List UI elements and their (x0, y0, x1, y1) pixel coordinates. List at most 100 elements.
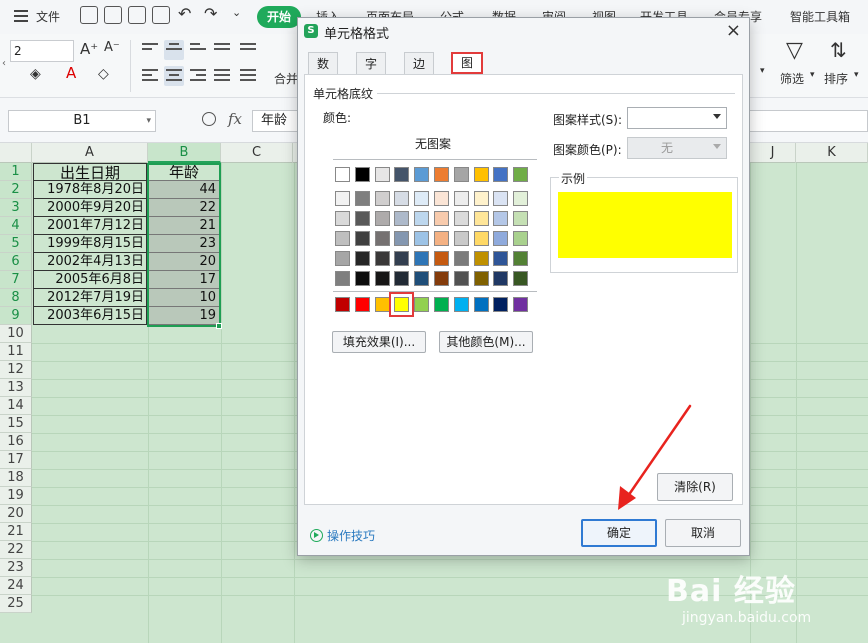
color-swatch[interactable] (394, 191, 410, 206)
color-swatch[interactable] (354, 211, 370, 226)
standard-color-swatch[interactable] (414, 297, 430, 312)
color-swatch[interactable] (434, 191, 449, 206)
decrease-font-icon[interactable]: A⁻ (104, 40, 120, 55)
color-swatch[interactable] (473, 231, 489, 246)
color-swatch[interactable] (374, 167, 390, 182)
file-menu[interactable]: 文件 (36, 8, 60, 25)
color-swatch[interactable] (434, 271, 449, 286)
increase-font-icon[interactable]: A⁺ (80, 40, 98, 58)
cell-age[interactable]: 23 (148, 235, 220, 253)
eraser-icon[interactable]: ◇ (98, 66, 109, 82)
row-header[interactable]: 6 (0, 253, 32, 271)
row-header[interactable]: 8 (0, 289, 32, 307)
row-header[interactable]: 21 (0, 523, 32, 541)
cell-date[interactable]: 2003年6月15日 (33, 307, 147, 325)
cell-date[interactable]: 2002年4月13日 (33, 253, 147, 271)
filter-icon[interactable]: ▽ (786, 38, 803, 63)
color-swatch[interactable] (434, 211, 449, 226)
save-icon[interactable] (80, 6, 98, 24)
color-swatch[interactable] (513, 211, 529, 226)
color-swatch[interactable] (414, 211, 430, 226)
selected-color-swatch[interactable] (389, 292, 415, 317)
color-swatch[interactable] (335, 211, 350, 226)
color-swatch[interactable] (414, 271, 430, 286)
font-color-icon[interactable]: A (66, 64, 76, 82)
color-swatch[interactable] (335, 167, 350, 182)
row-header[interactable]: 10 (0, 325, 32, 343)
tab-start[interactable]: 开始 (257, 6, 301, 28)
cell-age[interactable]: 10 (148, 289, 220, 307)
fx-icon[interactable]: fx (228, 110, 242, 128)
color-swatch[interactable] (473, 251, 489, 266)
color-swatch[interactable] (374, 251, 390, 266)
justify-icon[interactable] (212, 66, 232, 86)
standard-color-swatch[interactable] (354, 297, 370, 312)
align-top-icon[interactable] (140, 40, 160, 60)
color-swatch[interactable] (434, 251, 449, 266)
print-icon[interactable] (128, 6, 146, 24)
filter-button[interactable]: 筛选 (780, 70, 804, 87)
no-pattern-option[interactable]: 无图案 (333, 135, 533, 152)
color-swatch[interactable] (354, 271, 370, 286)
color-swatch[interactable] (394, 231, 410, 246)
color-swatch[interactable] (374, 231, 390, 246)
row-header[interactable]: 22 (0, 541, 32, 559)
indent-decrease-icon[interactable] (212, 40, 232, 60)
cell-date[interactable]: 1978年8月20日 (33, 181, 147, 199)
color-swatch[interactable] (374, 191, 390, 206)
tab-border[interactable]: 边框 (404, 52, 435, 93)
color-swatch[interactable] (374, 271, 390, 286)
cell-date[interactable]: 2005年6月8日 (33, 271, 147, 289)
chevron-down-icon[interactable]: ⌄ (232, 6, 241, 19)
export-icon[interactable] (104, 6, 122, 24)
cell-b1[interactable]: 年龄 (148, 163, 220, 181)
row-header[interactable]: 4 (0, 217, 32, 235)
cell-age[interactable]: 44 (148, 181, 220, 199)
column-header-c[interactable]: C (221, 143, 293, 163)
row-header[interactable]: 16 (0, 433, 32, 451)
color-swatch[interactable] (335, 191, 350, 206)
row-header[interactable]: 5 (0, 235, 32, 253)
chevron-down-icon[interactable]: ▾ (760, 66, 765, 76)
color-swatch[interactable] (354, 167, 370, 182)
color-swatch[interactable] (493, 211, 509, 226)
distributed-icon[interactable] (238, 66, 258, 86)
color-swatch[interactable] (335, 231, 350, 246)
color-swatch[interactable] (434, 167, 449, 182)
menu-icon[interactable] (14, 10, 28, 22)
chevron-down-icon[interactable]: ▾ (810, 70, 815, 80)
row-header[interactable]: 7 (0, 271, 32, 289)
tab-number[interactable]: 数字 (308, 52, 339, 93)
cell-age[interactable]: 21 (148, 217, 220, 235)
color-swatch[interactable] (335, 271, 350, 286)
row-header[interactable]: 17 (0, 451, 32, 469)
cell-date[interactable]: 2012年7月19日 (33, 289, 147, 307)
cell-date[interactable]: 1999年8月15日 (33, 235, 147, 253)
align-middle-icon[interactable] (164, 40, 184, 60)
color-swatch[interactable] (513, 191, 529, 206)
undo-icon[interactable]: ↶ (178, 4, 191, 23)
color-swatch[interactable] (414, 167, 430, 182)
sort-icon[interactable]: ⇅ (830, 38, 847, 62)
fill-effects-button[interactable]: 填充效果(I)... (332, 331, 426, 353)
color-swatch[interactable] (453, 191, 469, 206)
align-bottom-icon[interactable] (188, 40, 208, 60)
row-header[interactable]: 12 (0, 361, 32, 379)
row-header[interactable]: 13 (0, 379, 32, 397)
row-header[interactable]: 19 (0, 487, 32, 505)
tab-pattern[interactable]: 图案 (451, 52, 484, 88)
color-swatch[interactable] (513, 167, 529, 182)
print-preview-icon[interactable] (152, 6, 170, 24)
align-right-icon[interactable] (188, 66, 208, 86)
cell-age[interactable]: 20 (148, 253, 220, 271)
indent-increase-icon[interactable] (238, 40, 258, 60)
cell-age[interactable]: 19 (148, 307, 220, 325)
color-swatch[interactable] (453, 167, 469, 182)
tab-font[interactable]: 字体 (356, 52, 387, 93)
row-header[interactable]: 25 (0, 595, 32, 613)
row-header[interactable]: 20 (0, 505, 32, 523)
sort-button[interactable]: 排序 (824, 70, 848, 87)
standard-color-swatch[interactable] (493, 297, 509, 312)
standard-color-swatch[interactable] (513, 297, 529, 312)
standard-color-swatch[interactable] (374, 297, 390, 312)
